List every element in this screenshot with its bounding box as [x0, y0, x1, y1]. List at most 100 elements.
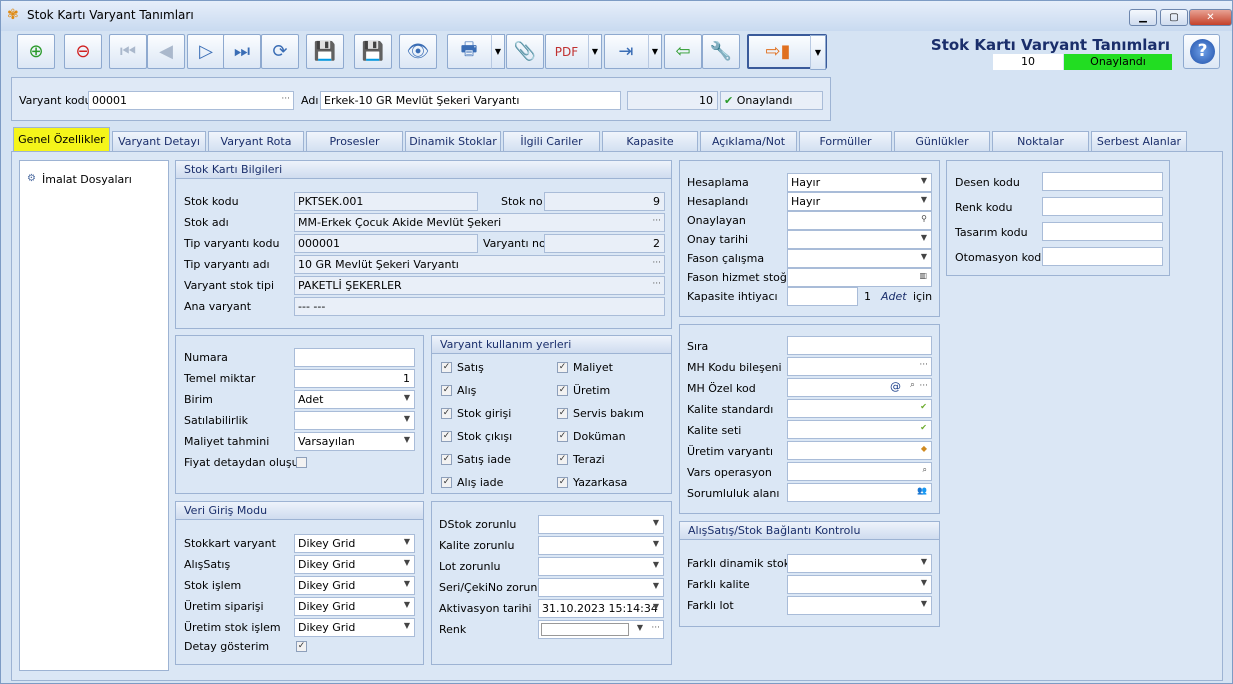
user-search-icon[interactable]: ⚲ — [921, 214, 927, 223]
last-record-button[interactable]: ⏭ — [223, 34, 261, 69]
onay-tarihi-field[interactable]: ▼ — [787, 230, 932, 249]
check-icon[interactable]: ✔ — [920, 402, 927, 411]
tab-dinamik-stoklar[interactable]: Dinamik Stoklar — [405, 131, 501, 151]
aktivasyon-field[interactable]: 31.10.2023 15:14:34 ▼ — [538, 599, 664, 618]
kalite-zorunlu-select[interactable]: ▼ — [538, 536, 664, 555]
ellipsis-icon[interactable]: ··· — [651, 623, 660, 633]
desen-kodu-field[interactable] — [1042, 172, 1163, 191]
print-button[interactable]: 🖶 ▼ — [447, 34, 505, 69]
farkli-kalite-select[interactable]: ▼ — [787, 575, 932, 594]
vars-operasyon-field[interactable]: ⌕ — [787, 462, 932, 481]
sorumluluk-field[interactable]: 👥 — [787, 483, 932, 502]
fason-select[interactable]: ▼ — [787, 249, 932, 268]
search-icon[interactable]: ⌕ — [923, 465, 927, 475]
dstok-zorunlu-select[interactable]: ▼ — [538, 515, 664, 534]
tab-ilgili-cariler[interactable]: İlgili Cariler — [503, 131, 600, 151]
search-list-icon[interactable]: ⌕ — [910, 380, 915, 390]
tasarim-kodu-field[interactable] — [1042, 222, 1163, 241]
first-record-button[interactable]: ⏮ — [109, 34, 147, 69]
alissatis-select[interactable]: Dikey Grid ▼ — [294, 555, 415, 574]
yazarkasa-checkbox[interactable]: ✓ — [557, 477, 568, 488]
temel-miktar-field[interactable]: 1 — [294, 369, 415, 388]
seri-zorunlu-select[interactable]: ▼ — [538, 578, 664, 597]
barcode-icon[interactable]: ▥ — [919, 271, 927, 280]
fiyat-checkbox[interactable] — [296, 457, 307, 468]
hesaplandi-select[interactable]: Hayır ▼ — [787, 192, 932, 211]
varyant-kodu-field[interactable]: 00001 ··· — [88, 91, 294, 110]
import-button[interactable]: ⇦ — [664, 34, 702, 69]
terazi-checkbox[interactable]: ✓ — [557, 454, 568, 465]
tab-aciklama-not[interactable]: Açıklama/Not — [700, 131, 797, 151]
satis-checkbox[interactable]: ✓ — [441, 362, 452, 373]
chevron-down-icon[interactable]: ▼ — [810, 35, 826, 70]
chevron-down-icon[interactable]: ▼ — [637, 623, 643, 632]
next-record-button[interactable]: ▷ — [187, 34, 225, 69]
tag-icon[interactable]: ◆ — [921, 444, 927, 453]
attach-button[interactable]: 📎 — [506, 34, 544, 69]
ellipsis-icon[interactable]: ··· — [919, 360, 928, 370]
kalite-seti-field[interactable]: ✔ — [787, 420, 932, 439]
tab-gunlukler[interactable]: Günlükler — [894, 131, 990, 151]
tab-serbest-alanlar[interactable]: Serbest Alanlar — [1091, 131, 1187, 151]
new-record-button[interactable]: ⊕ — [17, 34, 55, 69]
delete-record-button[interactable]: ⊖ — [64, 34, 102, 69]
ellipsis-icon[interactable]: ··· — [281, 94, 290, 104]
at-icon[interactable]: @ — [890, 380, 901, 393]
tab-kapasite[interactable]: Kapasite — [602, 131, 698, 151]
kapasite-field[interactable] — [787, 287, 858, 306]
tab-prosesler[interactable]: Prosesler — [306, 131, 403, 151]
stok-adi-field[interactable]: MM-Erkek Çocuk Akide Mevlüt Şekeri ··· — [294, 213, 665, 232]
tip-adi-field[interactable]: 10 GR Mevlüt Şekeri Varyantı ··· — [294, 255, 665, 274]
numara-field[interactable] — [294, 348, 415, 367]
uretim-stok-islem-select[interactable]: Dikey Grid ▼ — [294, 618, 415, 637]
otomasyon-kodu-field[interactable] — [1042, 247, 1163, 266]
export-button[interactable]: ⇥ ▼ — [604, 34, 662, 69]
mh-ozel-kod-field[interactable]: @ ⌕ ··· — [787, 378, 932, 397]
hesaplama-select[interactable]: Hayır ▼ — [787, 173, 932, 192]
exit-button[interactable]: ⇨▮ ▼ — [747, 34, 827, 70]
tab-varyant-rota[interactable]: Varyant Rota — [208, 131, 304, 151]
previous-record-button[interactable]: ◀ — [147, 34, 185, 69]
minimize-button[interactable]: ▁ — [1129, 9, 1157, 26]
birim-select[interactable]: Adet ▼ — [294, 390, 415, 409]
dokuman-checkbox[interactable]: ✓ — [557, 431, 568, 442]
check-icon[interactable]: ✔ — [920, 423, 927, 432]
detay-gosterim-checkbox[interactable]: ✓ — [296, 641, 307, 652]
renk-kodu-field[interactable] — [1042, 197, 1163, 216]
users-icon[interactable]: 👥 — [917, 486, 927, 495]
refresh-button[interactable]: ⟳ — [261, 34, 299, 69]
ellipsis-icon[interactable]: ··· — [652, 279, 661, 289]
help-button[interactable]: ? — [1183, 34, 1220, 69]
uretim-varyanti-field[interactable]: ◆ — [787, 441, 932, 460]
chevron-down-icon[interactable]: ▼ — [648, 34, 662, 69]
renk-field[interactable]: ▼ ··· — [538, 620, 664, 639]
stok-girisi-checkbox[interactable]: ✓ — [441, 408, 452, 419]
maliyet-select[interactable]: Varsayılan ▼ — [294, 432, 415, 451]
stok-islem-select[interactable]: Dikey Grid ▼ — [294, 576, 415, 595]
save-close-button[interactable]: 💾 — [354, 34, 392, 69]
farkli-dinamik-select[interactable]: ▼ — [787, 554, 932, 573]
chevron-down-icon[interactable]: ▼ — [491, 34, 505, 69]
tab-noktalar[interactable]: Noktalar — [992, 131, 1089, 151]
stok-cikisi-checkbox[interactable]: ✓ — [441, 431, 452, 442]
ellipsis-icon[interactable]: ··· — [652, 216, 661, 226]
ellipsis-icon[interactable]: ··· — [919, 381, 928, 391]
servis-checkbox[interactable]: ✓ — [557, 408, 568, 419]
preview-button[interactable]: 👁 — [399, 34, 437, 69]
kapasite-unit[interactable]: Adet — [881, 290, 907, 303]
uretim-siparisi-select[interactable]: Dikey Grid ▼ — [294, 597, 415, 616]
sira-field[interactable] — [787, 336, 932, 355]
chevron-down-icon[interactable]: ▼ — [588, 34, 602, 69]
save-button[interactable]: 💾 — [306, 34, 344, 69]
close-button[interactable]: ✕ — [1189, 9, 1232, 26]
satilabilirlik-select[interactable]: ▼ — [294, 411, 415, 430]
stok-tipi-field[interactable]: PAKETLİ ŞEKERLER ··· — [294, 276, 665, 295]
onaylayan-field[interactable]: ⚲ — [787, 211, 932, 230]
stokkart-varyant-select[interactable]: Dikey Grid ▼ — [294, 534, 415, 553]
adi-field[interactable]: Erkek-10 GR Mevlüt Şekeri Varyantı — [320, 91, 621, 110]
kalite-standardi-field[interactable]: ✔ — [787, 399, 932, 418]
pdf-button[interactable]: PDF ▼ — [545, 34, 602, 69]
mh-kodu-field[interactable]: ··· — [787, 357, 932, 376]
fason-hizmet-field[interactable]: ▥ — [787, 268, 932, 287]
tab-formuller[interactable]: Formüller — [799, 131, 892, 151]
